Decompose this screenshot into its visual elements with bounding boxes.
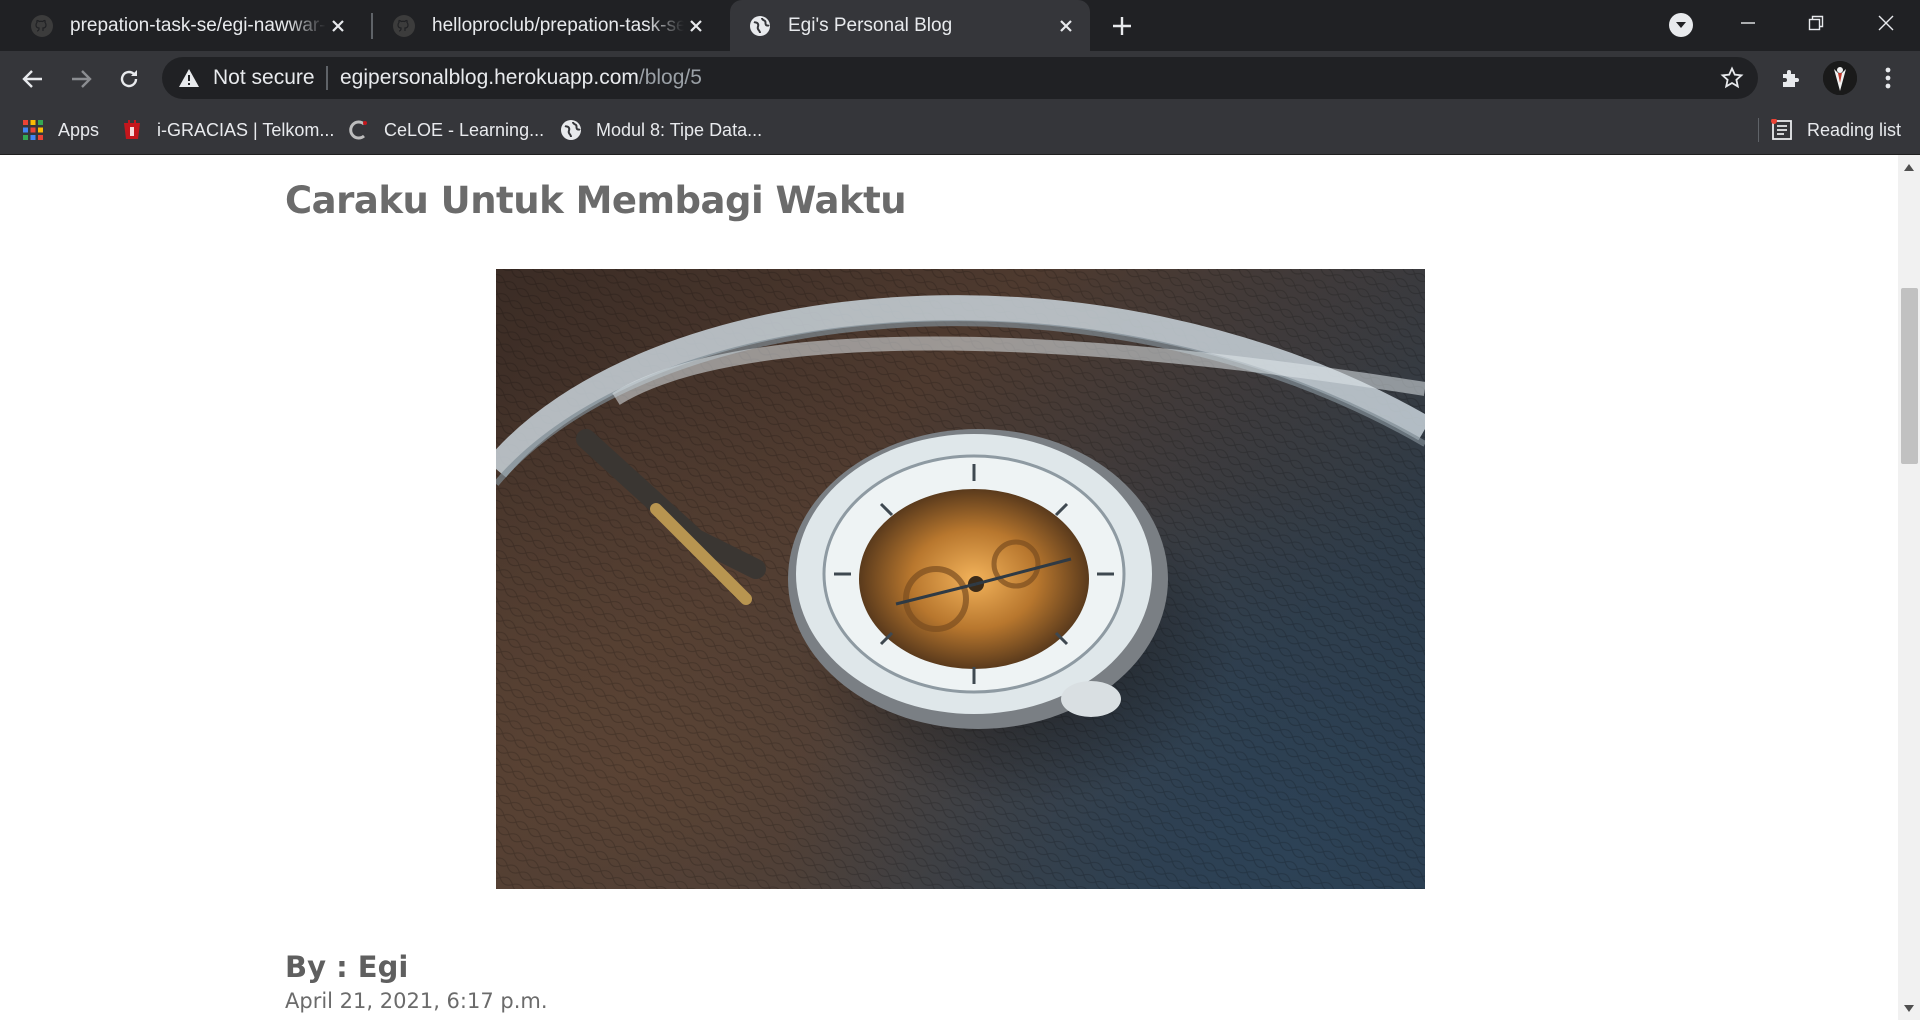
pocket-watch-photo <box>496 269 1425 889</box>
extensions-button[interactable] <box>1775 62 1807 94</box>
arrow-left-icon <box>22 70 42 88</box>
bookmark-label: Apps <box>58 119 100 140</box>
page-scrollbar[interactable] <box>1898 155 1920 1020</box>
reading-list-label: Reading list <box>1807 119 1902 140</box>
close-icon[interactable] <box>1054 14 1078 38</box>
close-window-button[interactable] <box>1852 0 1920 46</box>
triangle-up-icon <box>1904 163 1914 171</box>
security-label[interactable]: Not secure <box>213 66 315 90</box>
globe-icon <box>750 15 770 36</box>
post-date: April 21, 2021, 6:17 p.m. <box>285 989 548 1013</box>
post-title: Caraku Untuk Membagi Waktu <box>285 179 907 222</box>
plus-icon <box>1113 17 1131 35</box>
url-text[interactable]: egipersonalblog.herokuapp.com/blog/5 <box>340 66 702 90</box>
tab-title: Egi's Personal Blog <box>788 14 953 36</box>
bookmark-igracias[interactable]: i-GRACIAS | Telkom... <box>121 106 334 154</box>
scroll-down-button[interactable] <box>1898 998 1920 1018</box>
post-author: By : Egi <box>285 950 409 984</box>
github-icon <box>393 14 415 37</box>
bookmark-label: Modul 8: Tipe Data... <box>596 119 763 140</box>
github-icon <box>31 14 53 37</box>
bookmarks-divider <box>1758 118 1759 142</box>
minimize-button[interactable] <box>1714 0 1782 46</box>
bookmark-modul8[interactable]: Modul 8: Tipe Data... <box>560 106 762 154</box>
globe-icon <box>561 120 581 140</box>
more-vert-icon <box>1885 67 1891 89</box>
close-icon[interactable] <box>326 14 350 38</box>
close-icon[interactable] <box>684 14 708 38</box>
profile-avatar[interactable] <box>1823 61 1857 95</box>
arrow-right-icon <box>72 70 92 88</box>
post-image <box>496 269 1425 889</box>
tab-title: prepation-task-se/egi-nawwar-su <box>70 14 326 36</box>
chevron-down-icon <box>1676 22 1686 28</box>
browser-toolbar: Not secure egipersonalblog.herokuapp.com… <box>0 51 1920 106</box>
url-host: egipersonalblog.herokuapp.com <box>340 66 639 89</box>
page-content: Caraku Untuk Membagi Waktu By: Egi Apri… <box>0 155 1898 1020</box>
tab-search-button[interactable] <box>1669 13 1693 37</box>
tab-1[interactable]: prepation-task-se/egi-nawwar-su <box>0 0 362 51</box>
scroll-thumb[interactable] <box>1901 288 1918 464</box>
celoe-icon <box>349 120 367 140</box>
tab-title: helloproclub/prepation-task-se: I <box>432 14 684 36</box>
bookmark-label: CeLOE - Learning... <box>384 119 545 140</box>
back-button[interactable] <box>17 63 49 95</box>
minimize-icon <box>1741 22 1755 24</box>
puzzle-icon <box>1783 70 1799 87</box>
url-path: /blog/5 <box>638 66 702 89</box>
new-tab-button[interactable] <box>1106 10 1138 42</box>
bookmark-star-icon[interactable] <box>1720 66 1744 90</box>
reload-button[interactable] <box>113 63 145 95</box>
reload-icon <box>120 70 138 88</box>
restore-button[interactable] <box>1782 0 1850 46</box>
warning-icon[interactable] <box>178 67 200 89</box>
tab-3-active[interactable]: Egi's Personal Blog <box>730 0 1090 51</box>
bookmark-celoe[interactable]: CeLOE - Learning... <box>348 106 544 154</box>
bookmark-apps[interactable]: Apps <box>22 106 99 154</box>
apps-grid-icon <box>23 120 43 140</box>
close-icon <box>1878 15 1894 31</box>
bookmark-label: i-GRACIAS | Telkom... <box>157 119 335 140</box>
avatar-icon <box>1823 61 1857 95</box>
menu-button[interactable] <box>1872 62 1904 94</box>
tab-strip: prepation-task-se/egi-nawwar-su hellopro… <box>0 0 1920 51</box>
triangle-down-icon <box>1904 1004 1914 1012</box>
bookmarks-bar: Apps i-GRACIAS | Telkom... CeLOE - Learn… <box>0 106 1920 155</box>
forward-button[interactable] <box>65 63 97 95</box>
reading-list-icon <box>1771 119 1792 140</box>
address-divider <box>326 66 328 90</box>
tab-2[interactable]: helloproclub/prepation-task-se: I <box>362 0 720 51</box>
scroll-up-button[interactable] <box>1898 157 1920 177</box>
address-bar[interactable]: Not secure egipersonalblog.herokuapp.com… <box>162 57 1758 99</box>
reading-list-button[interactable]: Reading list <box>1771 106 1901 154</box>
telkom-icon <box>124 120 140 139</box>
restore-icon <box>1808 15 1824 31</box>
